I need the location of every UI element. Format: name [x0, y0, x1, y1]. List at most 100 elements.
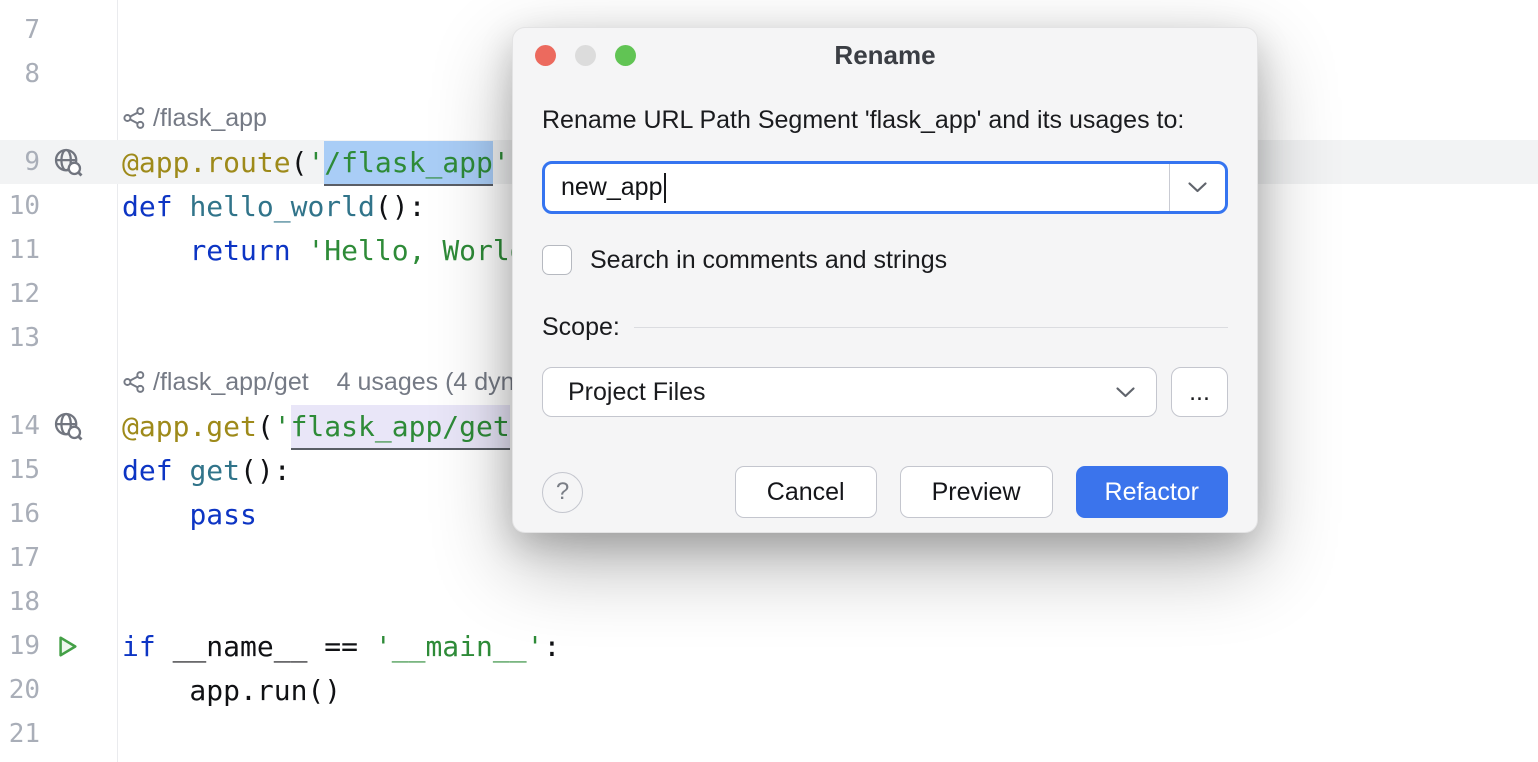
line-number: 18: [0, 587, 40, 617]
gutter: [0, 96, 117, 140]
code-token[interactable]: pass: [189, 498, 256, 531]
gutter: 10: [0, 184, 117, 228]
scope-select-value: Project Files: [568, 378, 706, 407]
code-token[interactable]: ():: [375, 190, 426, 223]
dialog-title: Rename: [834, 40, 935, 71]
chevron-down-icon: [1187, 181, 1208, 194]
code-line[interactable]: return 'Hello, World!: [117, 234, 543, 267]
preview-button[interactable]: Preview: [900, 466, 1053, 518]
line-number: 13: [0, 323, 40, 353]
code-token[interactable]: ': [307, 146, 324, 179]
gutter: 12: [0, 272, 117, 316]
line-number: 16: [0, 499, 40, 529]
line-number: 11: [0, 235, 40, 265]
close-window-button[interactable]: [535, 45, 556, 66]
line-number: 21: [0, 719, 40, 749]
gutter: 11: [0, 228, 117, 272]
minimize-window-button: [575, 45, 596, 66]
line-number: 17: [0, 543, 40, 573]
code-token[interactable]: hello_world: [189, 190, 374, 223]
code-line[interactable]: def get():: [117, 454, 291, 487]
code-token[interactable]: app.run(): [122, 674, 341, 707]
code-token[interactable]: get: [189, 454, 240, 487]
code-vision-hint[interactable]: /flask_app: [117, 104, 267, 133]
code-line-row: 20 app.run(): [0, 668, 1538, 712]
edit-scopes-button[interactable]: ...: [1171, 367, 1228, 417]
code-token[interactable]: (: [257, 410, 274, 443]
search-comments-label: Search in comments and strings: [590, 246, 947, 275]
line-number: 7: [0, 15, 40, 45]
line-number: 10: [0, 191, 40, 221]
code-token[interactable]: @app.route: [122, 146, 291, 179]
gutter: 19: [0, 624, 117, 668]
text-caret: [664, 173, 666, 203]
line-number: 14: [0, 411, 40, 441]
run-icon[interactable]: [40, 633, 117, 660]
gutter: [0, 360, 117, 404]
code-token[interactable]: [122, 234, 189, 267]
help-button[interactable]: ?: [542, 472, 583, 513]
code-line[interactable]: @app.get('flask_app/get'): [117, 410, 543, 443]
dialog-titlebar[interactable]: Rename: [513, 28, 1257, 82]
search-comments-checkbox[interactable]: [542, 245, 572, 275]
gutter: 7: [0, 8, 117, 52]
code-token[interactable]: @app.get: [122, 410, 257, 443]
code-line[interactable]: if __name__ == '__main__':: [117, 630, 560, 663]
code-token[interactable]: if: [122, 630, 173, 663]
code-token[interactable]: 'Hello, World!: [307, 234, 543, 267]
code-token[interactable]: def: [122, 454, 189, 487]
gutter: 14: [0, 404, 117, 448]
endpoint-icon[interactable]: [40, 147, 117, 177]
share-icon: [122, 106, 146, 130]
gutter: 8: [0, 52, 117, 96]
code-token[interactable]: ():: [240, 454, 291, 487]
gutter: 20: [0, 668, 117, 712]
code-line-row: 18: [0, 580, 1538, 624]
name-history-dropdown-button[interactable]: [1169, 164, 1225, 211]
code-line[interactable]: def hello_world():: [117, 190, 425, 223]
rename-prompt-label: Rename URL Path Segment 'flask_app' and …: [542, 106, 1228, 135]
code-token[interactable]: return: [189, 234, 307, 267]
code-line[interactable]: pass: [117, 498, 257, 531]
gutter: 21: [0, 712, 117, 756]
line-number: 15: [0, 455, 40, 485]
line-number: 19: [0, 631, 40, 661]
code-vision-hint[interactable]: /flask_app/get 4 usages (4 dyn: [117, 368, 515, 397]
line-number: 8: [0, 59, 40, 89]
refactor-button[interactable]: Refactor: [1076, 466, 1228, 518]
code-token[interactable]: ': [493, 146, 510, 179]
code-token[interactable]: ': [274, 410, 291, 443]
code-line-row: 17: [0, 536, 1538, 580]
code-token[interactable]: (: [291, 146, 308, 179]
code-token[interactable]: [122, 498, 189, 531]
code-token[interactable]: '__main__': [375, 630, 544, 663]
share-icon: [122, 370, 146, 394]
code-vision-url[interactable]: /flask_app: [153, 104, 267, 133]
gutter: 15: [0, 448, 117, 492]
code-token[interactable]: flask_app/get: [291, 405, 510, 450]
window-controls: [535, 45, 636, 66]
endpoint-icon[interactable]: [40, 411, 117, 441]
code-line[interactable]: @app.route('/flask_app',: [117, 146, 527, 179]
code-line-row: 19 if __name__ == '__main__':: [0, 624, 1538, 668]
scope-select[interactable]: Project Files: [542, 367, 1157, 417]
code-vision-usages[interactable]: 4 usages (4 dyn: [337, 368, 515, 397]
code-vision-url[interactable]: /flask_app/get: [153, 368, 309, 397]
gutter: 9: [0, 140, 117, 184]
code-token[interactable]: :: [543, 630, 560, 663]
code-line-row: 21: [0, 712, 1538, 756]
code-token[interactable]: __name__ ==: [173, 630, 375, 663]
scope-divider: [634, 327, 1228, 328]
cancel-button[interactable]: Cancel: [735, 466, 877, 518]
code-token[interactable]: /flask_app: [324, 141, 493, 186]
line-number: 20: [0, 675, 40, 705]
rename-dialog: Rename Rename URL Path Segment 'flask_ap…: [512, 27, 1258, 533]
chevron-down-icon: [1115, 386, 1136, 399]
line-number: 12: [0, 279, 40, 309]
new-name-input[interactable]: new_app: [542, 161, 1228, 214]
line-number: 9: [0, 147, 40, 177]
code-line[interactable]: app.run(): [117, 674, 341, 707]
gutter: 18: [0, 580, 117, 624]
zoom-window-button[interactable]: [615, 45, 636, 66]
code-token[interactable]: def: [122, 190, 189, 223]
